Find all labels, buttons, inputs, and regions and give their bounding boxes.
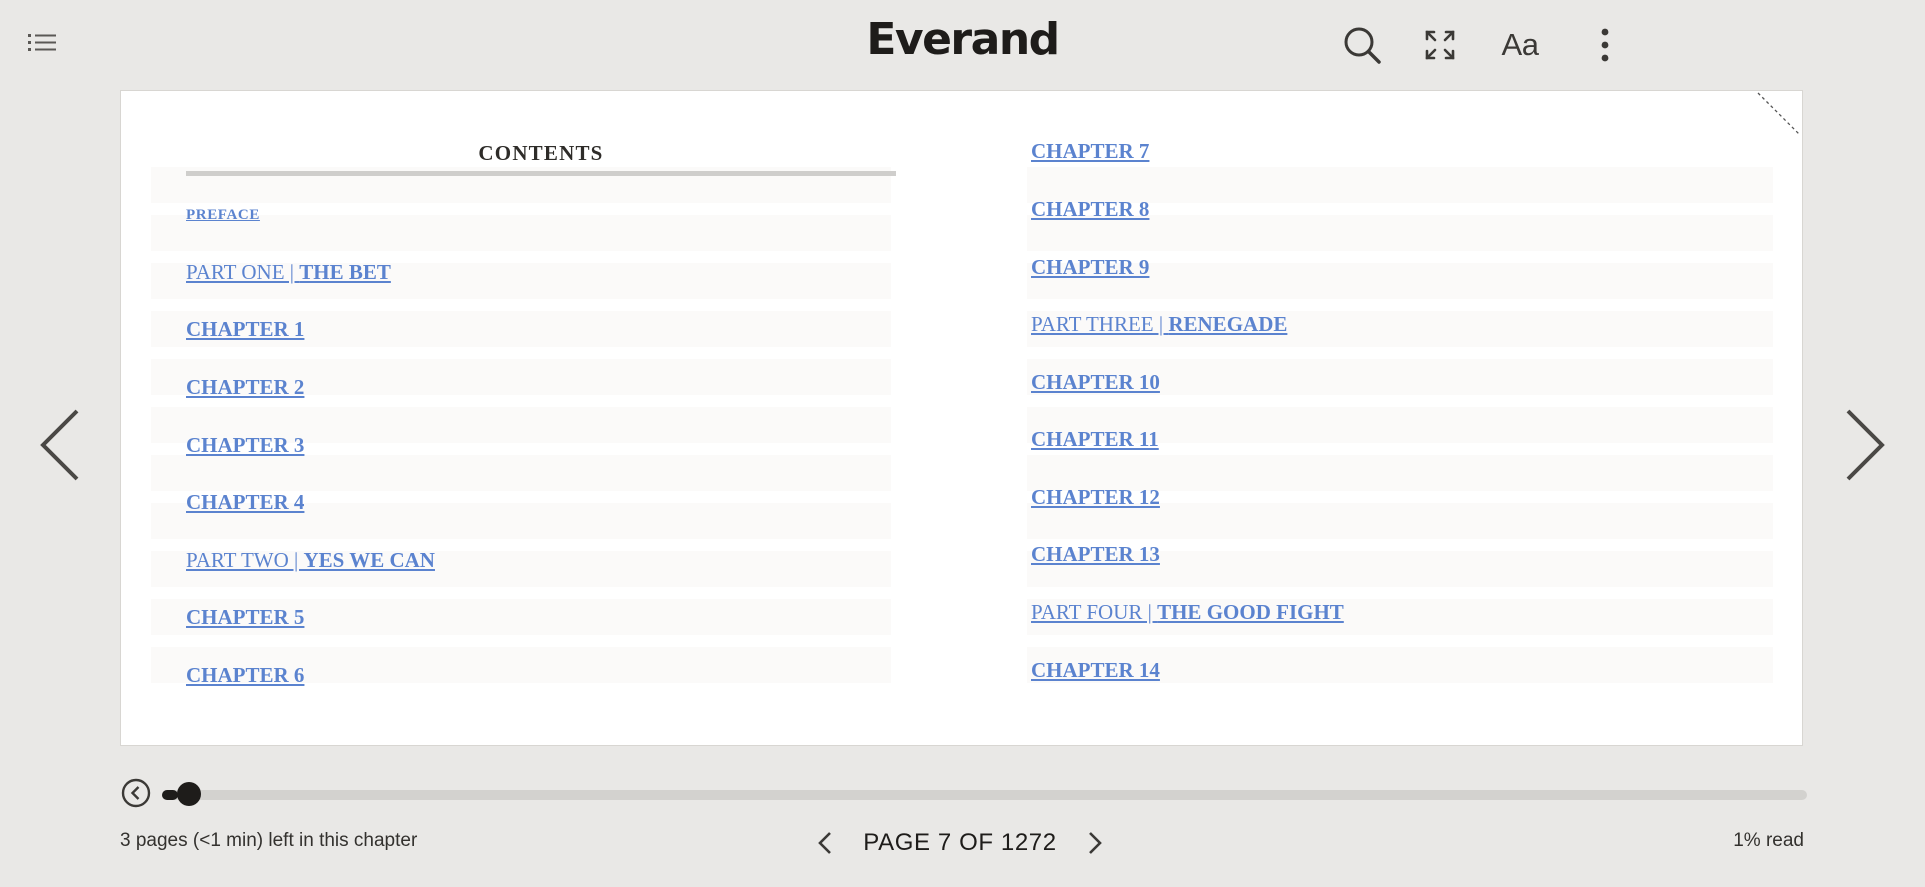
toc-link-chapter-9[interactable]: CHAPTER 9 bbox=[1031, 255, 1149, 280]
toc-link-chapter-4[interactable]: CHAPTER 4 bbox=[186, 490, 304, 515]
page-pager: PAGE 7 OF 1272 bbox=[810, 823, 1110, 863]
chevron-right-icon bbox=[1089, 832, 1102, 854]
progress-slider-thumb[interactable] bbox=[177, 782, 202, 806]
toc-link-part-four[interactable]: PART FOUR | THE GOOD FIGHT bbox=[1031, 600, 1344, 625]
toc-link-part-two[interactable]: PART TWO | YES WE CAN bbox=[186, 548, 435, 573]
kebab-menu-icon bbox=[1601, 28, 1609, 62]
toc-link-chapter-8[interactable]: CHAPTER 8 bbox=[1031, 197, 1149, 222]
toc-link-chapter-14[interactable]: CHAPTER 14 bbox=[1031, 658, 1160, 683]
toc-link-chapter-6[interactable]: CHAPTER 6 bbox=[186, 663, 304, 688]
reader-toolbar: Everand Aa bbox=[0, 0, 1925, 90]
toc-link-chapter-1[interactable]: CHAPTER 1 bbox=[186, 317, 304, 342]
toc-link-chapter-12[interactable]: CHAPTER 12 bbox=[1031, 485, 1160, 510]
circled-chevron-left-icon bbox=[121, 778, 151, 808]
progress-fill bbox=[162, 790, 179, 800]
heading-divider bbox=[186, 171, 896, 176]
chevron-right-icon bbox=[1846, 409, 1885, 481]
book-page: CONTENTS PREFACE PART ONE | THE BET CHAP… bbox=[120, 90, 1803, 746]
previous-page-arrow[interactable] bbox=[35, 405, 85, 485]
chapter-time-remaining: 3 pages (<1 min) left in this chapter bbox=[120, 830, 418, 851]
bookmark-corner-icon[interactable] bbox=[1756, 91, 1802, 137]
toc-link-preface[interactable]: PREFACE bbox=[186, 207, 260, 224]
search-button[interactable] bbox=[1337, 20, 1387, 70]
next-page-button[interactable] bbox=[1080, 827, 1110, 859]
next-page-arrow[interactable] bbox=[1840, 405, 1890, 485]
expand-icon bbox=[1425, 30, 1455, 60]
contents-heading: CONTENTS bbox=[478, 141, 604, 165]
toc-link-chapter-5[interactable]: CHAPTER 5 bbox=[186, 605, 304, 630]
percent-read: 1% read bbox=[1733, 830, 1804, 851]
toc-link-chapter-7[interactable]: CHAPTER 7 bbox=[1031, 139, 1149, 164]
toc-link-chapter-2[interactable]: CHAPTER 2 bbox=[186, 375, 304, 400]
progress-track[interactable] bbox=[162, 790, 1807, 800]
everand-logo[interactable]: Everand bbox=[0, 14, 1925, 65]
toc-link-part-one[interactable]: PART ONE | THE BET bbox=[186, 260, 391, 285]
page-indicator: PAGE 7 OF 1272 bbox=[863, 829, 1057, 856]
font-settings-button[interactable]: Aa bbox=[1495, 20, 1545, 70]
toc-link-chapter-11[interactable]: CHAPTER 11 bbox=[1031, 427, 1159, 452]
search-icon bbox=[1344, 27, 1381, 64]
return-to-location-button[interactable] bbox=[121, 778, 151, 808]
toc-link-part-three[interactable]: PART THREE | RENEGADE bbox=[1031, 312, 1287, 337]
toc-link-chapter-13[interactable]: CHAPTER 13 bbox=[1031, 542, 1160, 567]
chevron-left-icon bbox=[40, 409, 79, 481]
reading-progress bbox=[120, 776, 1807, 812]
fullscreen-button[interactable] bbox=[1415, 20, 1465, 70]
toc-link-chapter-10[interactable]: CHAPTER 10 bbox=[1031, 370, 1160, 395]
more-options-button[interactable] bbox=[1580, 20, 1630, 70]
toc-link-chapter-3[interactable]: CHAPTER 3 bbox=[186, 433, 304, 458]
